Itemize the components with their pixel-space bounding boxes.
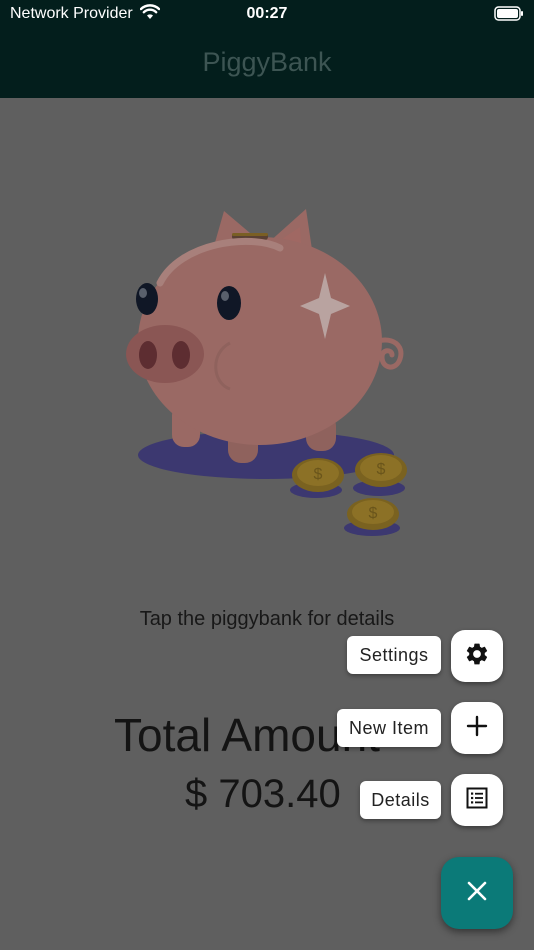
details-button[interactable] <box>451 774 503 826</box>
new-item-button[interactable] <box>451 702 503 754</box>
speed-dial-toggle-button[interactable] <box>441 857 513 929</box>
app-title: PiggyBank <box>202 47 332 77</box>
main-content[interactable]: $ $ $ Tap the piggybank for details Tota… <box>0 98 534 950</box>
plus-icon <box>466 715 488 742</box>
list-icon <box>465 786 489 815</box>
piggybank-hint: Tap the piggybank for details <box>139 608 395 630</box>
status-bar: Network Provider 00:27 <box>0 0 534 28</box>
settings-label-button[interactable]: Settings <box>347 636 441 674</box>
svg-text:$: $ <box>377 461 386 478</box>
details-label-button[interactable]: Details <box>360 781 441 819</box>
svg-text:$: $ <box>369 505 378 522</box>
settings-button[interactable] <box>451 630 503 682</box>
gear-icon <box>464 641 490 672</box>
battery-icon <box>494 6 524 26</box>
total-amount-value: $ 703.40 <box>185 772 341 816</box>
app-bar: PiggyBank <box>0 28 534 98</box>
close-icon <box>466 880 488 907</box>
new-item-label-button[interactable]: New Item <box>337 709 441 747</box>
piggybank-illustration[interactable]: $ $ $ <box>100 203 420 548</box>
clock: 00:27 <box>246 5 288 22</box>
svg-text:$: $ <box>314 466 323 483</box>
